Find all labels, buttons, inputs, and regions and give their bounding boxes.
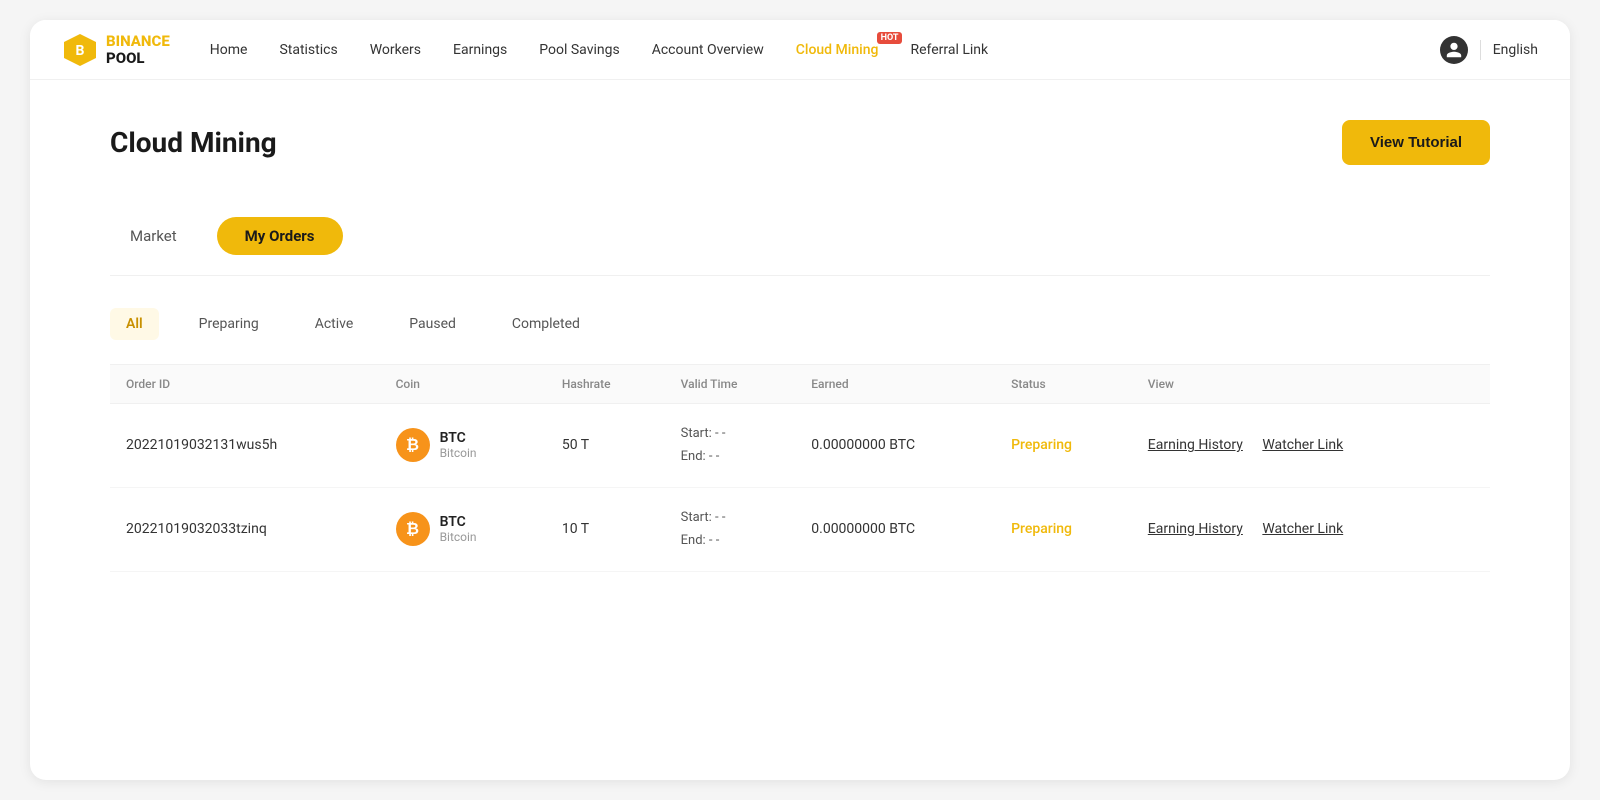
earning-history-link-0[interactable]: Earning History [1148,437,1243,453]
user-avatar[interactable] [1440,36,1468,64]
page-header: Cloud Mining View Tutorial [110,120,1490,165]
nav-earnings[interactable]: Earnings [453,42,507,58]
cell-earned-1: 0.00000000 BTC [795,487,995,571]
logo[interactable]: B BINANCE POOL [62,32,170,68]
cloud-mining-label: Cloud Mining [796,42,879,58]
page-title: Cloud Mining [110,126,277,159]
nav-account-overview[interactable]: Account Overview [652,42,764,58]
cell-order-id-0: 20221019032131wus5h [110,404,380,488]
filter-all[interactable]: All [110,308,159,340]
watcher-link-0[interactable]: Watcher Link [1262,437,1343,453]
filter-active[interactable]: Active [299,308,370,340]
nav-home[interactable]: Home [210,42,248,58]
coin-symbol-0: BTC [440,430,477,446]
th-coin: Coin [380,365,546,404]
filter-completed[interactable]: Completed [496,308,596,340]
cell-earned-0: 0.00000000 BTC [795,404,995,488]
cell-view-0: Earning History Watcher Link [1132,404,1490,488]
cell-hashrate-0: 50 T [546,404,665,488]
nav-pool-savings[interactable]: Pool Savings [539,42,619,58]
language-selector[interactable]: English [1493,42,1538,58]
watcher-link-1[interactable]: Watcher Link [1262,521,1343,537]
table-row: 20221019032033tzinq ₿ BTC Bitcoin 10 T S… [110,487,1490,571]
nav-statistics[interactable]: Statistics [279,42,337,58]
th-hashrate: Hashrate [546,365,665,404]
logo-line1: BINANCE [106,32,170,50]
page-wrapper: B BINANCE POOL Home Statistics Workers E… [30,20,1570,780]
th-valid-time: Valid Time [665,365,796,404]
cell-status-0: Preparing [995,404,1132,488]
th-view: View [1132,365,1490,404]
tab-bar: Market My Orders [110,197,1490,276]
cell-view-1: Earning History Watcher Link [1132,487,1490,571]
orders-table: Order ID Coin Hashrate Valid Time Earned… [110,364,1490,572]
tab-my-orders[interactable]: My Orders [217,217,343,255]
btc-icon-1: ₿ [396,512,430,546]
main-content: Cloud Mining View Tutorial Market My Ord… [30,80,1570,612]
nav-cloud-mining[interactable]: Cloud Mining HOT [796,42,879,58]
svg-text:B: B [76,43,85,59]
cell-valid-time-0: Start: - - End: - - [665,404,796,488]
status-filter: All Preparing Active Paused Completed [110,308,1490,340]
coin-name-1: Bitcoin [440,530,477,544]
view-tutorial-button[interactable]: View Tutorial [1342,120,1490,165]
th-order-id: Order ID [110,365,380,404]
cell-coin-0: ₿ BTC Bitcoin [380,404,546,488]
filter-preparing[interactable]: Preparing [183,308,275,340]
cell-status-1: Preparing [995,487,1132,571]
nav-right: English [1440,36,1538,64]
cell-order-id-1: 20221019032033tzinq [110,487,380,571]
navbar: B BINANCE POOL Home Statistics Workers E… [30,20,1570,80]
cell-hashrate-1: 10 T [546,487,665,571]
btc-icon-0: ₿ [396,428,430,462]
table-row: 20221019032131wus5h ₿ BTC Bitcoin 50 T S… [110,404,1490,488]
nav-links: Home Statistics Workers Earnings Pool Sa… [210,42,1440,58]
th-earned: Earned [795,365,995,404]
nav-workers[interactable]: Workers [370,42,421,58]
cell-coin-1: ₿ BTC Bitcoin [380,487,546,571]
coin-name-0: Bitcoin [440,446,477,460]
earning-history-link-1[interactable]: Earning History [1148,521,1243,537]
cell-valid-time-1: Start: - - End: - - [665,487,796,571]
coin-symbol-1: BTC [440,514,477,530]
tab-market[interactable]: Market [110,217,197,255]
th-status: Status [995,365,1132,404]
nav-divider [1480,40,1481,60]
nav-referral-link[interactable]: Referral Link [910,42,988,58]
hot-badge: HOT [877,32,903,44]
filter-paused[interactable]: Paused [393,308,472,340]
logo-line2: POOL [106,50,170,67]
table-header-row: Order ID Coin Hashrate Valid Time Earned… [110,365,1490,404]
